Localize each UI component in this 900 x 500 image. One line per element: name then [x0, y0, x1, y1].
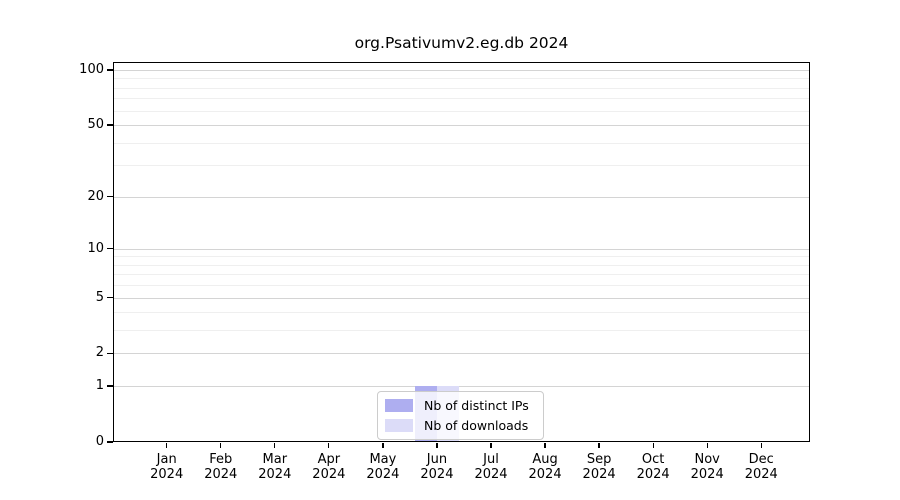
y-axis-tick: [106, 124, 113, 126]
y-axis-tick: [106, 385, 113, 387]
gridline-minor: [113, 110, 810, 112]
legend-label-distinct-ips: Nb of distinct IPs: [424, 398, 529, 413]
y-tick-label: 20: [87, 188, 104, 204]
x-axis-tick: [328, 442, 330, 448]
download-stats-chart: org.Psativumv2.eg.db 2024 0 1 2 5 10 20 50 100 J…: [0, 0, 900, 500]
distinct-ips-swatch: [385, 399, 413, 412]
x-axis-tick: [760, 442, 762, 448]
x-axis-tick: [544, 442, 546, 448]
x-axis-tick: [166, 442, 168, 448]
gridline-minor: [113, 87, 810, 89]
y-tick-label: 0: [95, 434, 104, 449]
plot-area: [113, 62, 810, 442]
legend: Nb of distinct IPs Nb of downloads: [377, 391, 544, 440]
y-tick-label: 100: [79, 62, 104, 77]
gridline-minor: [113, 274, 810, 276]
gridline-major: [113, 70, 810, 71]
x-axis-tick: [436, 442, 438, 448]
x-axis-tick: [706, 442, 708, 448]
downloads-swatch: [385, 419, 413, 432]
gridline-minor: [113, 312, 810, 314]
x-axis-tick: [652, 442, 654, 448]
gridline-minor: [113, 142, 810, 144]
gridline-minor: [113, 98, 810, 100]
legend-label-downloads: Nb of downloads: [424, 418, 529, 433]
chart-title: org.Psativumv2.eg.db 2024: [354, 34, 569, 52]
gridline-major: [113, 386, 810, 388]
y-tick-label: 2: [95, 345, 104, 361]
gridline-major: [113, 297, 810, 299]
y-tick-label: 1: [95, 378, 104, 394]
gridline-minor: [113, 165, 810, 167]
gridline-minor: [113, 330, 810, 332]
x-axis-tick: [598, 442, 600, 448]
gridline-minor: [113, 264, 810, 266]
gridline-minor: [113, 78, 810, 80]
gridline-minor: [113, 285, 810, 287]
year-label: 2024: [744, 467, 778, 482]
plot-frame: [113, 62, 810, 442]
y-axis-tick: [106, 248, 113, 250]
y-tick-label: 50: [87, 117, 104, 133]
x-tick-label: Dec 2024: [729, 452, 793, 482]
x-axis-tick: [274, 442, 276, 448]
y-axis-tick: [106, 441, 113, 443]
gridline-major: [113, 196, 810, 198]
month-label: Dec: [748, 452, 774, 467]
y-tick-label: 10: [87, 240, 104, 256]
legend-item-distinct-ips: Nb of distinct IPs: [385, 398, 535, 413]
gridline-major: [113, 353, 810, 355]
legend-item-downloads: Nb of downloads: [385, 418, 535, 433]
gridline-minor: [113, 256, 810, 258]
x-axis-tick: [220, 442, 222, 448]
y-axis-tick: [106, 195, 113, 198]
y-axis-tick: [106, 296, 113, 299]
y-tick-label: 5: [95, 289, 104, 305]
x-axis-tick: [490, 442, 492, 448]
x-axis-tick: [382, 442, 384, 448]
gridline-major: [113, 125, 810, 127]
y-axis-tick: [106, 352, 113, 355]
y-axis-tick: [106, 69, 113, 71]
gridline-major: [113, 248, 810, 250]
